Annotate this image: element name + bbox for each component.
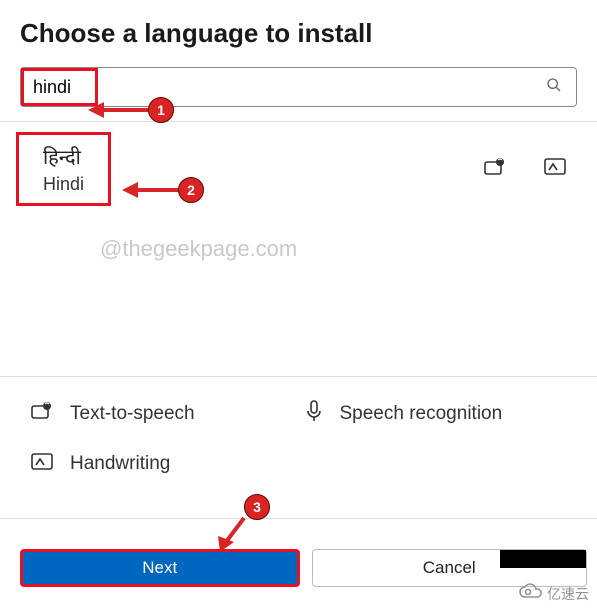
overlay-strip [500, 550, 586, 568]
annotation-arrow-icon [122, 180, 180, 200]
feature-handwriting: Handwriting [30, 451, 294, 477]
text-to-speech-icon [30, 400, 54, 428]
header: Choose a language to install [0, 0, 597, 61]
brand-text: 亿速云 [547, 584, 589, 604]
cancel-button[interactable]: Cancel [312, 549, 588, 587]
feature-label: Handwriting [70, 453, 170, 475]
search-icon [532, 77, 576, 97]
handwriting-icon [543, 156, 567, 183]
feature-label: Text-to-speech [70, 403, 195, 425]
feature-icons [483, 156, 577, 183]
language-native-name: हिन्दी [43, 143, 84, 170]
annotation-arrow-icon [88, 100, 150, 120]
handwriting-icon [30, 451, 54, 477]
button-label: Next [142, 558, 177, 578]
watermark-text: @thegeekpage.com [0, 216, 597, 262]
feature-tts: Text-to-speech [30, 399, 294, 429]
next-button[interactable]: Next [20, 549, 300, 587]
microphone-icon [304, 399, 324, 429]
annotation-badge-1: 1 [148, 97, 174, 123]
feature-label: Speech recognition [340, 403, 503, 425]
language-option-hindi[interactable]: हिन्दी Hindi [16, 132, 111, 206]
annotation-badge-3: 3 [244, 494, 270, 520]
annotation-badge-2: 2 [178, 177, 204, 203]
page-title: Choose a language to install [20, 18, 577, 49]
features-legend: Text-to-speech Speech recognition Handwr… [0, 376, 597, 495]
language-english-name: Hindi [43, 174, 84, 195]
brand-watermark: 亿速云 [519, 583, 589, 604]
cloud-icon [519, 583, 543, 604]
annotation-arrow-icon [216, 516, 248, 552]
text-to-speech-icon [483, 156, 507, 183]
language-result-row: हिन्दी Hindi [0, 122, 597, 216]
feature-speech: Speech recognition [304, 399, 568, 429]
button-label: Cancel [423, 558, 476, 578]
footer-actions: Next Cancel [0, 518, 597, 587]
